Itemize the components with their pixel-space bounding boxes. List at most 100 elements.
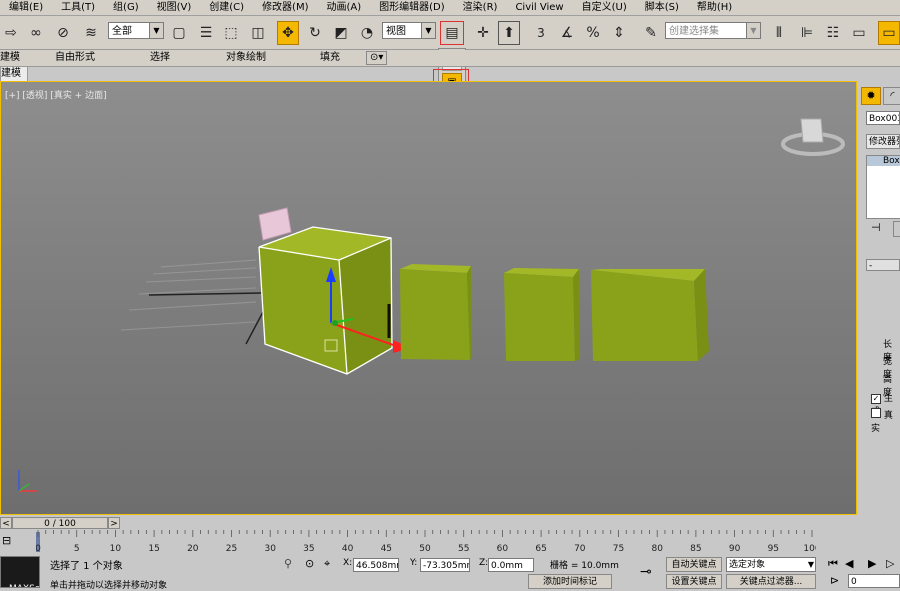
unlink-icon[interactable]: ⊘ bbox=[52, 21, 74, 45]
select-move-icon[interactable]: ✥ bbox=[277, 21, 299, 45]
ribbon-tab-populate[interactable]: 填充 bbox=[320, 50, 340, 66]
spinner-snap-icon[interactable]: ⇕ bbox=[608, 21, 630, 45]
align-icon[interactable]: ⊫ bbox=[796, 21, 818, 45]
bind-space-warp-icon[interactable]: ≋ bbox=[80, 21, 102, 45]
create-tab-icon[interactable]: ✹ bbox=[861, 87, 881, 105]
mirror-icon[interactable]: ⫴ bbox=[768, 21, 790, 45]
select-rotate-icon[interactable]: ↻ bbox=[304, 21, 326, 45]
ribbon-tab-selection[interactable]: 选择 bbox=[150, 50, 170, 66]
curve-editor-icon[interactable]: ▭ bbox=[878, 21, 900, 45]
y-coord-field[interactable]: -73.305mm bbox=[420, 558, 470, 572]
trackbar-tick-label: 55 bbox=[458, 544, 469, 554]
select-place-icon[interactable]: ◔ bbox=[356, 21, 378, 45]
edit-named-sets-icon[interactable]: ✎ bbox=[640, 21, 662, 45]
trackbar-tick-label: 40 bbox=[342, 544, 354, 554]
viewport-perspective[interactable]: [+] [透视] [真实 + 边面] bbox=[0, 81, 857, 515]
current-frame-field[interactable]: 0 bbox=[848, 574, 900, 588]
z-coord-field[interactable]: 0.0mm bbox=[488, 558, 534, 572]
select-by-name-icon[interactable]: ☰ bbox=[195, 21, 217, 45]
set-key-button[interactable]: 设置关键点 bbox=[666, 574, 722, 589]
trackbar[interactable]: ⊟ 0 5 10 15 20 25 30 35 40 45 50 55 60 65 70 75 80 85 90 95… bbox=[0, 530, 900, 556]
menu-views[interactable]: 视图(V) bbox=[148, 0, 201, 15]
prompt-line: 单击并拖动以选择并移动对象 bbox=[50, 581, 168, 591]
undo-icon[interactable]: ⇨ bbox=[0, 21, 22, 45]
select-scale-icon[interactable]: ◩ bbox=[330, 21, 352, 45]
keyboard-shortcut-icon[interactable]: ⬆ bbox=[498, 21, 520, 45]
coord-system-dropdown[interactable]: 视图 ▼ bbox=[382, 22, 436, 39]
box-selected bbox=[258, 226, 393, 375]
prev-frame-arrow-icon[interactable]: < bbox=[0, 517, 12, 529]
menu-civil-view[interactable]: Civil View bbox=[506, 0, 572, 15]
rect-region-icon[interactable]: ⬚ bbox=[220, 21, 242, 45]
select-manipulate-icon[interactable]: ✛ bbox=[472, 21, 494, 45]
trackbar-tick-label: 25 bbox=[226, 544, 237, 554]
menu-graph-editors[interactable]: 图形编辑器(D) bbox=[370, 0, 454, 15]
axis-tripod-icon bbox=[18, 470, 37, 492]
z-label: Z: bbox=[479, 558, 489, 568]
angle-snap-icon[interactable]: ∡ bbox=[556, 21, 578, 45]
menu-edit[interactable]: 编辑(E) bbox=[0, 0, 52, 15]
menu-animation[interactable]: 动画(A) bbox=[318, 0, 371, 15]
pivot-center-icon[interactable]: ▤ bbox=[440, 21, 464, 45]
goto-start-icon[interactable]: ⏮ bbox=[828, 557, 838, 571]
menu-help[interactable]: 帮助(H) bbox=[688, 0, 741, 15]
menu-group[interactable]: 组(G) bbox=[104, 0, 148, 15]
selection-filter-dropdown[interactable]: 全部 ▼ bbox=[108, 22, 164, 39]
window-crossing-icon[interactable]: ◫ bbox=[247, 21, 269, 45]
ribbon-tab-freeform[interactable]: 自由形式 bbox=[55, 50, 95, 66]
snaps-toggle-icon[interactable]: 3 bbox=[530, 21, 552, 45]
play-icon[interactable]: ▶ bbox=[868, 557, 876, 570]
lock-selection-icon[interactable]: ⚲ bbox=[284, 557, 292, 570]
menu-rendering[interactable]: 渲染(R) bbox=[454, 0, 507, 15]
link-icon[interactable]: ∞ bbox=[25, 21, 47, 45]
stack-item-box[interactable]: Box bbox=[867, 156, 900, 166]
box-3 bbox=[504, 268, 580, 361]
maxscript-listener[interactable]: MAXSc bbox=[0, 556, 40, 588]
rollout-header[interactable]: - bbox=[866, 259, 900, 271]
pin-stack-icon[interactable]: ⊣ bbox=[871, 221, 881, 234]
checkbox-real-world[interactable]: 真实 bbox=[871, 408, 900, 434]
scene-canvas bbox=[18, 118, 845, 492]
key-filter-dropdown[interactable]: 选定对象 ▼ bbox=[726, 557, 816, 572]
ribbon-tab-modeling[interactable]: 建模 bbox=[0, 50, 20, 66]
key-filters-button[interactable]: 关键点过滤器... bbox=[726, 574, 816, 589]
next-frame-icon[interactable]: ▷ bbox=[886, 557, 894, 570]
grid-size-text: 栅格 = 10.0mm bbox=[550, 561, 619, 571]
ribbon: 建模 自由形式 选择 对象绘制 填充 ⊙▾ bbox=[0, 50, 900, 67]
ribbon-tab-object-paint[interactable]: 对象绘制 bbox=[226, 50, 266, 66]
object-name-field[interactable]: Box003 bbox=[866, 111, 900, 125]
chevron-down-icon: ▼ bbox=[746, 23, 760, 38]
main-toolbar: ⇨ ∞ ⊘ ≋ 全部 ▼ ▢ ☰ ⬚ ◫ ✥ ↻ ◩ ◔ 视图 ▼ ▤ ✛ ⬆ 3 … bbox=[0, 16, 900, 50]
trackbar-tick-label: 90 bbox=[729, 544, 741, 554]
ribbon-options-button[interactable]: ⊙▾ bbox=[366, 51, 388, 65]
trackbar-tick-label: 10 bbox=[110, 544, 122, 554]
next-frame-arrow-icon[interactable]: > bbox=[108, 517, 120, 529]
toggle-ribbon-icon[interactable]: ▭ bbox=[848, 21, 870, 45]
time-slider[interactable]: 0 / 100 bbox=[12, 517, 108, 529]
auto-key-button[interactable]: 自动关键点 bbox=[666, 557, 722, 572]
key-mode-icon[interactable]: ⊳ bbox=[830, 574, 839, 587]
prev-key-icon[interactable]: ◀ bbox=[845, 557, 853, 570]
menu-modifiers[interactable]: 修改器(M) bbox=[253, 0, 317, 15]
menu-create[interactable]: 创建(C) bbox=[200, 0, 253, 15]
modify-tab-icon[interactable]: ◜ bbox=[883, 87, 900, 105]
open-mini-curve-editor-icon[interactable]: ⊟ bbox=[2, 534, 16, 548]
selection-status-text: 选择了 1 个对象 bbox=[50, 561, 123, 572]
select-object-icon[interactable]: ▢ bbox=[168, 21, 190, 45]
layer-explorer-icon[interactable]: ☷ bbox=[822, 21, 844, 45]
trackbar-tick-label: 60 bbox=[497, 544, 509, 554]
modifier-list-dropdown[interactable]: 修改器列 bbox=[866, 134, 900, 149]
add-time-tag-button[interactable]: 添加时间标记 bbox=[528, 574, 612, 589]
menu-scripting[interactable]: 脚本(S) bbox=[636, 0, 688, 15]
ribbon-sub-label[interactable]: 建模 bbox=[0, 66, 28, 82]
percent-snap-icon[interactable]: % bbox=[582, 21, 604, 45]
menu-tools[interactable]: 工具(T) bbox=[52, 0, 104, 15]
show-end-result-icon[interactable] bbox=[893, 221, 900, 237]
x-coord-field[interactable]: 46.508mm bbox=[353, 558, 399, 572]
viewcube-icon bbox=[781, 118, 845, 156]
trackbar-ticks: 0 5 10 15 20 25 30 35 40 45 50 55 60 65 70 75 80 85 90 95 10… bbox=[36, 530, 816, 554]
absolute-mode-icon[interactable]: ⌖ bbox=[324, 557, 330, 571]
menu-customize[interactable]: 自定义(U) bbox=[573, 0, 636, 15]
named-selection-sets-field[interactable]: 创建选择集 ▼ bbox=[665, 22, 761, 39]
isolate-icon[interactable]: ⊙ bbox=[305, 557, 314, 570]
